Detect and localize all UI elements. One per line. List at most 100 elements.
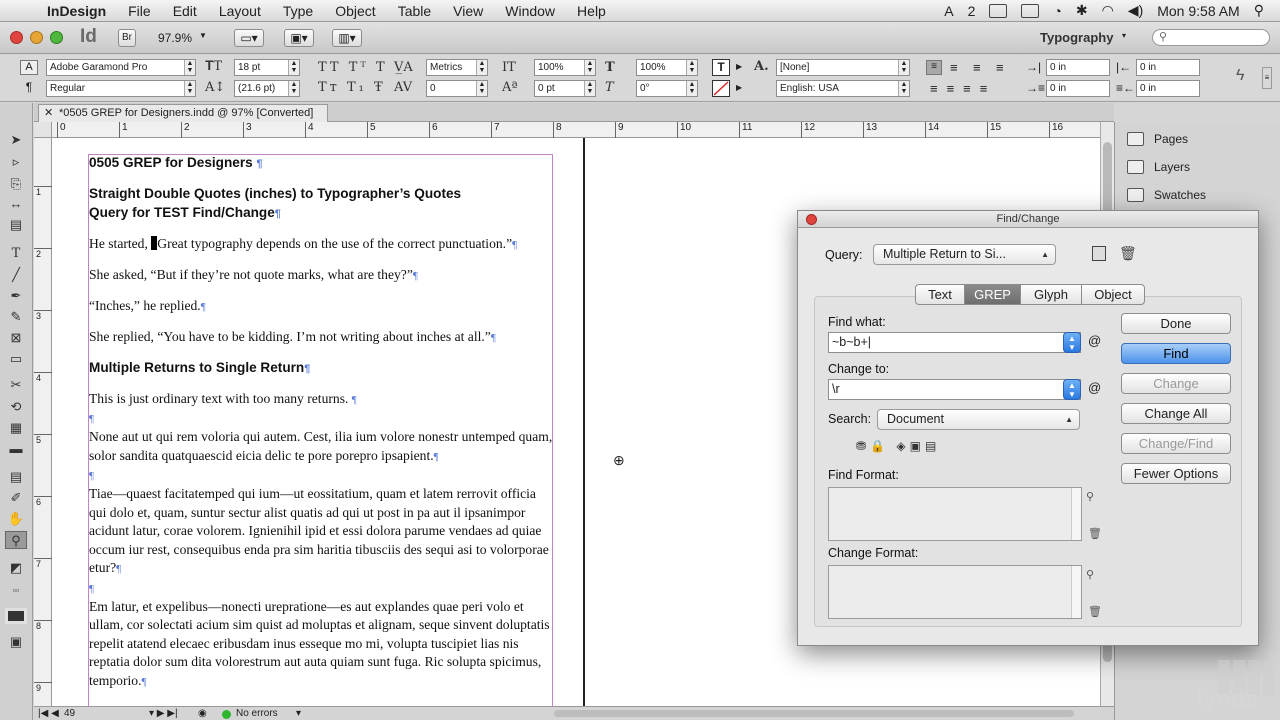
close-tab-icon[interactable]: ✕ [44, 105, 53, 122]
page-number-field[interactable]: 49 [64, 707, 75, 720]
font-size-stepper-icon[interactable]: ▲ ▼ [288, 60, 299, 75]
delete-query-icon[interactable]: 🗑 [1119, 245, 1137, 262]
find-what-history-icon[interactable]: ▲ ▼ [1063, 332, 1081, 353]
menu-layout[interactable]: Layout [208, 0, 272, 22]
document-tab[interactable]: ✕ *0505 GREP for Designers.indd @ 97% [C… [38, 104, 328, 122]
next-page-icon[interactable]: ▾ ▶ ▶| [149, 707, 178, 720]
first-line-indent-field[interactable]: 0 in [1046, 80, 1110, 97]
hand-tool-icon[interactable]: ✋ [5, 510, 27, 528]
change-to-history-icon[interactable]: ▲ ▼ [1063, 379, 1081, 400]
find-format-scrollbar[interactable] [1071, 488, 1081, 540]
direct-selection-tool-icon[interactable]: ▹ [5, 153, 27, 171]
horizontal-ruler[interactable]: 0 1 2 3 4 5 6 7 8 9 10 11 12 13 14 15 16 [52, 122, 1114, 138]
first-page-icon[interactable]: |◀ ◀ [38, 707, 59, 720]
line-tool-icon[interactable]: ╱ [5, 266, 27, 284]
baseline-shift-field[interactable]: 0 pt ▲ ▼ [534, 80, 596, 97]
tracking-field[interactable]: 0 ▲ ▼ [426, 80, 488, 97]
character-style-field[interactable]: [None] ▲ ▼ [776, 59, 910, 76]
pages-panel-button[interactable]: Pages [1127, 129, 1188, 149]
stroke-arrow-icon[interactable]: ▶ [736, 83, 742, 92]
menu-file[interactable]: File [117, 0, 162, 22]
screen-mode-icon[interactable]: ▣ [5, 633, 27, 651]
dialog-close-button[interactable] [806, 214, 817, 225]
change-format-scrollbar[interactable] [1071, 566, 1081, 618]
workspace-dropdown-icon[interactable]: ▾ [1122, 31, 1126, 40]
language-field[interactable]: English: USA ▲ ▼ [776, 80, 910, 97]
include-master-pages-icon[interactable]: ▣ [910, 439, 925, 453]
gap-tool-icon[interactable]: ↔ [5, 195, 27, 213]
menu-table[interactable]: Table [387, 0, 442, 22]
adobe-status-icon[interactable]: A [944, 3, 953, 19]
zoom-tool-icon[interactable]: ⚲ [5, 531, 27, 549]
window-minimize-button[interactable] [30, 31, 43, 44]
language-dropdown-icon[interactable]: ▲ ▼ [898, 81, 909, 96]
fewer-options-button[interactable]: Fewer Options [1121, 463, 1231, 484]
specify-find-format-icon[interactable]: ⚲ [1086, 490, 1094, 503]
bluetooth-icon[interactable]: ✱ [1076, 2, 1088, 19]
monitor-icon[interactable] [1021, 3, 1040, 18]
baseline-shift-stepper-icon[interactable]: ▲ ▼ [584, 81, 595, 96]
zoom-level[interactable]: 97.9% [158, 31, 192, 45]
font-style-dropdown-icon[interactable]: ▲ ▼ [184, 81, 195, 96]
include-hidden-layers-icon[interactable]: ◈ [896, 439, 909, 453]
leading-stepper-icon[interactable]: ▲ ▼ [288, 81, 299, 96]
free-transform-tool-icon[interactable]: ⟲ [5, 398, 27, 416]
fill-stroke-icon[interactable]: ◩ [5, 559, 27, 577]
swap-fill-stroke-icon[interactable]: ▫▫ [5, 581, 27, 599]
left-indent-field[interactable]: 0 in [1046, 59, 1110, 76]
scissors-tool-icon[interactable]: ✂ [5, 376, 27, 394]
horizontal-scroll-thumb[interactable] [554, 710, 1074, 717]
small-caps-icon[interactable]: Tт T₁ Ŧ [318, 80, 386, 95]
lightning-bolt-icon[interactable]: ϟ [1236, 67, 1244, 85]
fill-arrow-icon[interactable]: ▶ [736, 62, 742, 71]
search-scope-dropdown[interactable]: Document ▲ [877, 409, 1080, 430]
right-indent-field[interactable]: 0 in [1136, 59, 1200, 76]
kerning-dropdown-icon[interactable]: ▲ ▼ [476, 60, 487, 75]
wifi-icon[interactable]: ◠ [1102, 2, 1114, 19]
menu-view[interactable]: View [442, 0, 494, 22]
change-all-button[interactable]: Change All [1121, 403, 1231, 424]
skew-stepper-icon[interactable]: ▲ ▼ [686, 81, 697, 96]
page-tool-icon[interactable]: ⎘ [5, 175, 27, 193]
kerning-field[interactable]: Metrics ▲ ▼ [426, 59, 488, 76]
font-family-dropdown-icon[interactable]: ▲ ▼ [184, 60, 195, 75]
preflight-menu-icon[interactable]: ▾ [296, 707, 301, 720]
clear-find-format-icon[interactable]: 🗑 [1088, 527, 1102, 540]
include-footnotes-icon[interactable]: ▤ [925, 439, 940, 453]
menubar-clock[interactable]: Mon 9:58 AM [1157, 3, 1240, 19]
skew-field[interactable]: 0° ▲ ▼ [636, 80, 698, 97]
volume-icon[interactable]: ◀) [1128, 2, 1143, 19]
panel-menu-icon[interactable]: ≡ [1262, 67, 1272, 89]
preflight-icon[interactable]: ◉ [198, 707, 207, 720]
window-zoom-button[interactable] [50, 31, 63, 44]
done-button[interactable]: Done [1121, 313, 1231, 334]
justify-icon[interactable]: ≡ [996, 60, 1004, 75]
change-format-box[interactable] [828, 565, 1082, 619]
character-style-dropdown-icon[interactable]: ▲ ▼ [898, 60, 909, 75]
paragraph-controls-icon[interactable]: ¶ [20, 80, 38, 95]
menu-help[interactable]: Help [566, 0, 617, 22]
align-right-icon[interactable]: ≡ [973, 60, 981, 75]
tracking-stepper-icon[interactable]: ▲ ▼ [476, 81, 487, 96]
gradient-swatch-tool-icon[interactable]: ▦ [5, 419, 27, 437]
ruler-origin[interactable] [34, 122, 52, 138]
horizontal-scale-stepper-icon[interactable]: ▲ ▼ [686, 60, 697, 75]
menu-app[interactable]: InDesign [36, 0, 117, 22]
menu-window[interactable]: Window [494, 0, 566, 22]
workspace-switcher[interactable]: Typography [1040, 30, 1113, 45]
tab-text[interactable]: Text [915, 284, 965, 305]
include-locked-layers-icon[interactable]: ⛃ [856, 439, 870, 453]
vertical-ruler[interactable]: 1 2 3 4 5 6 7 8 9 [34, 138, 52, 706]
font-family-field[interactable]: Adobe Garamond Pro ▲ ▼ [46, 59, 196, 76]
tab-glyph[interactable]: Glyph [1020, 284, 1082, 305]
find-format-box[interactable] [828, 487, 1082, 541]
view-options-button[interactable]: ▭▾ [234, 29, 264, 47]
horizontal-scale-field[interactable]: 100% ▲ ▼ [636, 59, 698, 76]
find-special-characters-icon[interactable]: @ [1088, 333, 1101, 348]
bridge-button[interactable]: Br [118, 29, 136, 47]
display-icon[interactable] [989, 3, 1008, 18]
include-locked-stories-icon[interactable]: 🔒 [870, 439, 889, 453]
type-tool-icon[interactable]: T [5, 245, 27, 263]
content-collector-icon[interactable]: ▤ [5, 216, 27, 234]
rectangle-tool-icon[interactable]: ▭ [5, 350, 27, 368]
